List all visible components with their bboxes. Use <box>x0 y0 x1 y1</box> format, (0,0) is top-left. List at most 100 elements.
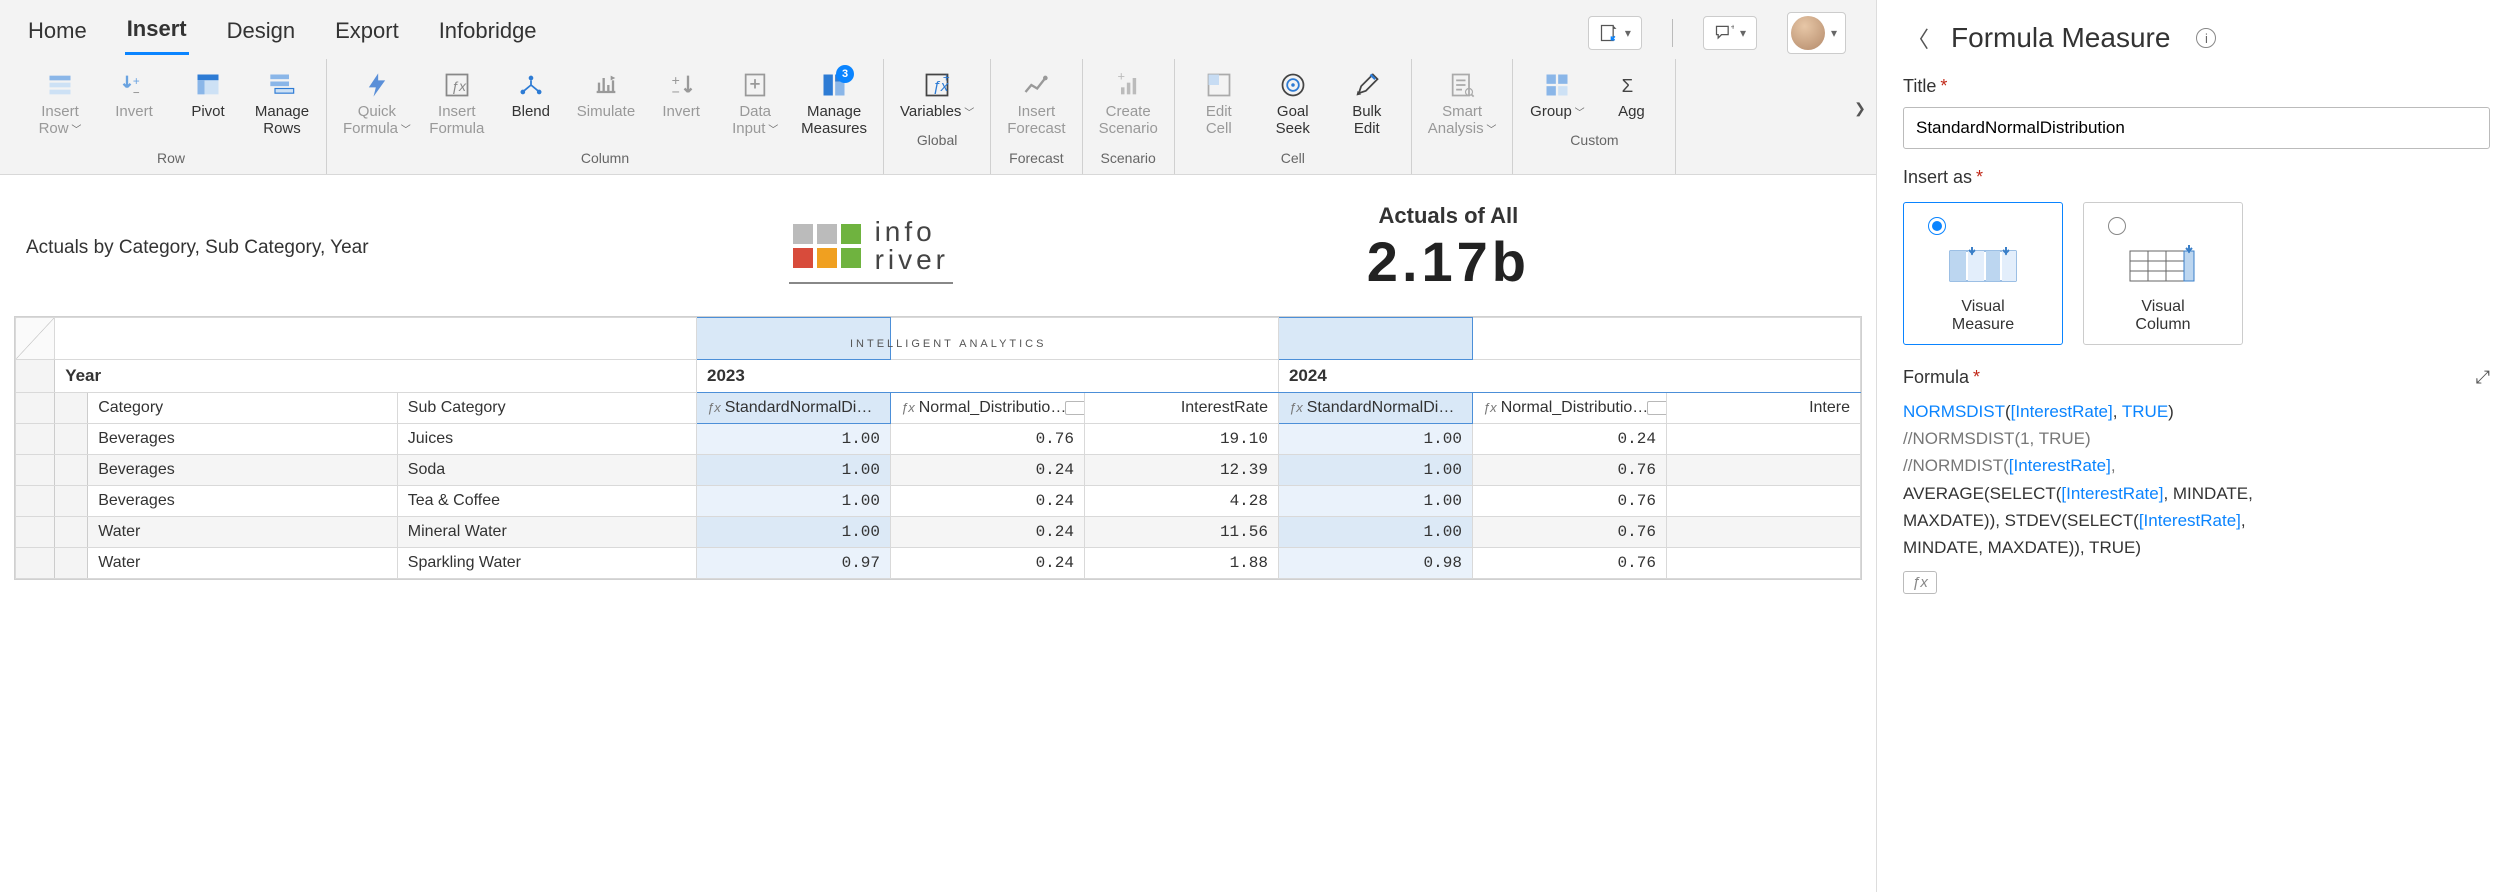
row-handle[interactable] <box>16 485 55 516</box>
row-handle[interactable] <box>16 547 55 578</box>
info-icon[interactable]: i <box>2196 28 2216 48</box>
cell-value[interactable]: 12.39 <box>1084 454 1278 485</box>
cell-category[interactable]: Beverages <box>88 423 398 454</box>
ribbon-bulk-edit[interactable]: Bulk Edit <box>1331 63 1403 144</box>
cell-value[interactable]: 0.24 <box>891 485 1085 516</box>
measure-header[interactable]: ƒxNormal_Distribution1.2 <box>1472 392 1666 423</box>
ribbon-manage-rows[interactable]: Manage Rows <box>246 63 318 144</box>
row-handle[interactable] <box>55 547 88 578</box>
cell-value[interactable] <box>1666 516 1860 547</box>
row-handle[interactable] <box>55 423 88 454</box>
ribbon-scroll-right[interactable]: ❯ <box>1848 78 1872 138</box>
cell-value[interactable]: 1.00 <box>1278 423 1472 454</box>
ribbon-pivot[interactable]: Pivot <box>172 63 244 144</box>
menu-tab-design[interactable]: Design <box>225 12 297 54</box>
cell-value[interactable] <box>1666 547 1860 578</box>
ribbon-group-custom: GroupΣAggCustom <box>1513 59 1676 174</box>
year-2023[interactable]: 2023 <box>697 359 1279 392</box>
row-handle[interactable] <box>16 516 55 547</box>
cell-subcategory[interactable]: Juices <box>397 423 696 454</box>
formula-editor[interactable]: NORMSDIST([InterestRate], TRUE)//NORMSDI… <box>1903 398 2490 561</box>
cell-value[interactable]: 0.24 <box>891 454 1085 485</box>
cell-value[interactable]: 0.76 <box>891 423 1085 454</box>
cell-value[interactable]: 0.76 <box>1472 547 1666 578</box>
cell-subcategory[interactable]: Tea & Coffee <box>397 485 696 516</box>
insert-as-visual-measure[interactable]: Visual Measure <box>1903 202 2063 345</box>
ribbon-goal-seek[interactable]: Goal Seek <box>1257 63 1329 144</box>
table-row[interactable]: WaterSparkling Water0.970.241.880.980.76 <box>16 547 1861 578</box>
comment-button[interactable]: + ▾ <box>1703 16 1757 50</box>
data-grid[interactable]: Year20232024CategorySub CategoryƒxStanda… <box>14 316 1862 580</box>
cell-category[interactable]: Water <box>88 516 398 547</box>
cell-value[interactable]: 1.00 <box>1278 485 1472 516</box>
cell-value[interactable]: 1.00 <box>1278 454 1472 485</box>
cell-value[interactable]: 0.98 <box>1278 547 1472 578</box>
cell-value[interactable] <box>1666 454 1860 485</box>
row-handle[interactable] <box>55 392 88 423</box>
measure-header[interactable]: Intere <box>1666 392 1860 423</box>
ribbon-blend[interactable]: Blend <box>495 63 567 144</box>
cell-value[interactable]: 0.76 <box>1472 485 1666 516</box>
menu-tab-insert[interactable]: Insert <box>125 10 189 55</box>
cell-value[interactable]: 0.24 <box>891 516 1085 547</box>
cell-value[interactable]: 1.00 <box>697 423 891 454</box>
col-header-blank[interactable] <box>55 317 697 359</box>
ribbon-variables[interactable]: ƒx+Variables <box>892 63 982 126</box>
simulate-icon <box>590 69 622 101</box>
back-button[interactable]: 〈 <box>1903 18 1933 58</box>
title-input[interactable] <box>1903 107 2490 149</box>
cell-value[interactable]: 1.00 <box>697 485 891 516</box>
measure-header[interactable]: InterestRate <box>1084 392 1278 423</box>
cell-category[interactable]: Beverages <box>88 485 398 516</box>
cell-category[interactable]: Water <box>88 547 398 578</box>
cell-value[interactable]: 1.88 <box>1084 547 1278 578</box>
row-handle[interactable] <box>55 485 88 516</box>
measure-header[interactable]: ƒxStandardNormalDist… <box>1278 392 1472 423</box>
table-row[interactable]: BeveragesJuices1.000.7619.101.000.24 <box>16 423 1861 454</box>
cell-value[interactable]: 0.24 <box>1472 423 1666 454</box>
reading-view-button[interactable]: ▾ <box>1588 16 1642 50</box>
cell-subcategory[interactable]: Mineral Water <box>397 516 696 547</box>
menu-tab-export[interactable]: Export <box>333 12 401 54</box>
cell-value[interactable]: 1.00 <box>697 516 891 547</box>
measure-header[interactable]: ƒxNormal_Distribution1.2 <box>891 392 1085 423</box>
table-row[interactable]: BeveragesSoda1.000.2412.391.000.76 <box>16 454 1861 485</box>
row-handle[interactable] <box>16 359 55 392</box>
row-handle[interactable] <box>16 423 55 454</box>
ribbon-manage-measures[interactable]: 3Manage Measures <box>793 63 875 144</box>
table-row[interactable]: BeveragesTea & Coffee1.000.244.281.000.7… <box>16 485 1861 516</box>
cell-value[interactable]: 11.56 <box>1084 516 1278 547</box>
year-2024[interactable]: 2024 <box>1278 359 1860 392</box>
cell-value[interactable]: 1.00 <box>697 454 891 485</box>
row-handle[interactable] <box>16 454 55 485</box>
cell-value[interactable] <box>1666 485 1860 516</box>
dim-header-category[interactable]: Category <box>88 392 398 423</box>
cell-subcategory[interactable]: Sparkling Water <box>397 547 696 578</box>
table-row[interactable]: WaterMineral Water1.000.2411.561.000.76 <box>16 516 1861 547</box>
menu-tab-home[interactable]: Home <box>26 12 89 54</box>
cell-value[interactable]: 0.76 <box>1472 516 1666 547</box>
cell-value[interactable]: 4.28 <box>1084 485 1278 516</box>
ribbon-agg[interactable]: ΣAgg <box>1595 63 1667 126</box>
cell-value[interactable]: 0.24 <box>891 547 1085 578</box>
col-header-selected[interactable] <box>1278 317 1472 359</box>
insert-as-visual-column[interactable]: Visual Column <box>2083 202 2243 345</box>
row-handle[interactable] <box>55 454 88 485</box>
cell-value[interactable]: 19.10 <box>1084 423 1278 454</box>
expand-formula-icon[interactable]: ⤢ <box>2476 367 2490 388</box>
cell-value[interactable] <box>1666 423 1860 454</box>
cell-subcategory[interactable]: Soda <box>397 454 696 485</box>
cell-value[interactable]: 0.97 <box>697 547 891 578</box>
cell-category[interactable]: Beverages <box>88 454 398 485</box>
user-menu[interactable]: ▾ <box>1787 12 1846 54</box>
row-handle[interactable] <box>55 516 88 547</box>
cell-value[interactable]: 1.00 <box>1278 516 1472 547</box>
menu-tab-infobridge[interactable]: Infobridge <box>437 12 539 54</box>
dim-header-subcategory[interactable]: Sub Category <box>397 392 696 423</box>
col-header-blank[interactable] <box>1472 317 1860 359</box>
ribbon-group[interactable]: Group <box>1521 63 1593 126</box>
row-handle[interactable] <box>16 392 55 423</box>
cell-value[interactable]: 0.76 <box>1472 454 1666 485</box>
measure-header[interactable]: ƒxStandardNormalDist… <box>697 392 891 423</box>
select-all-handle[interactable] <box>16 317 55 359</box>
